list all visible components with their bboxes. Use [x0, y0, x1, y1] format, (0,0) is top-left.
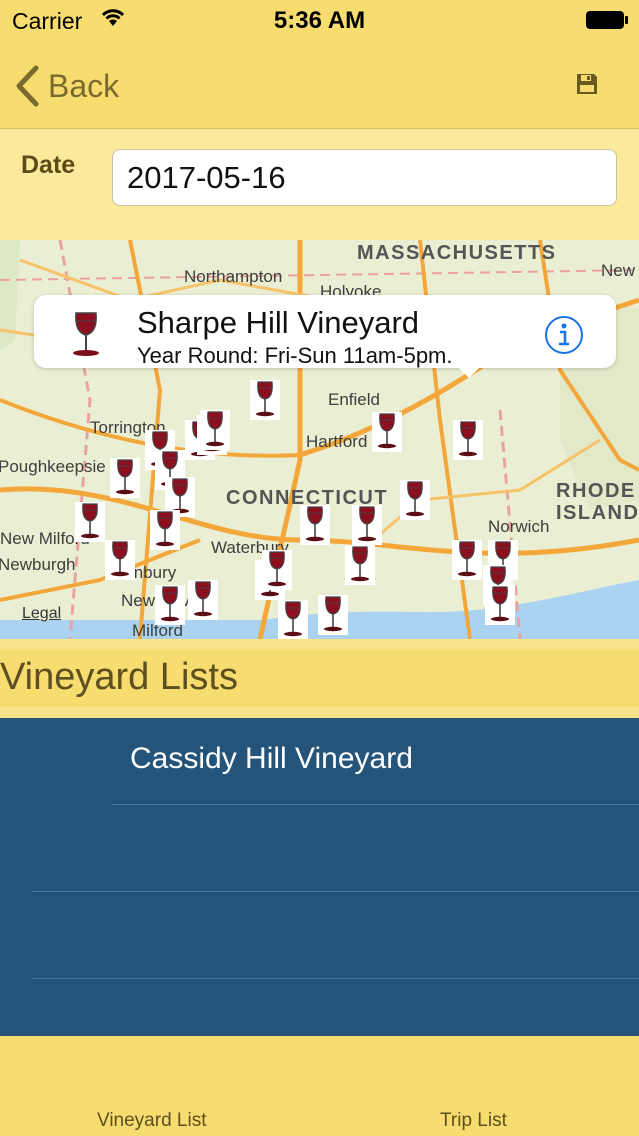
state-label-island: ISLAND — [556, 502, 639, 524]
wine-glass-icon[interactable] — [150, 510, 180, 550]
chevron-left-icon — [16, 65, 39, 107]
status-bar: Carrier 5:36 AM — [0, 0, 639, 42]
date-label: Date — [21, 151, 76, 179]
wine-glass-icon[interactable] — [200, 410, 230, 450]
callout-title: Sharpe Hill Vineyard — [137, 305, 420, 340]
map-callout[interactable]: Sharpe Hill Vineyard Year Round: Fri-Sun… — [34, 295, 616, 378]
wine-glass-icon[interactable] — [110, 458, 140, 498]
date-row: Date — [0, 129, 639, 240]
wine-glass-icon[interactable] — [105, 540, 135, 580]
map-legal-link[interactable]: Legal — [22, 605, 61, 623]
info-icon[interactable] — [544, 315, 584, 355]
tab-bar: Vineyard List Trip List — [0, 1036, 639, 1136]
date-input[interactable] — [112, 149, 617, 206]
map-label-hartford: Hartford — [306, 432, 368, 451]
map-label-poughkeepsie: Poughkeepsie — [0, 457, 106, 476]
save-icon[interactable] — [575, 72, 599, 96]
state-label-rhode: RHODE — [556, 480, 636, 502]
list-item[interactable] — [0, 892, 639, 979]
clock: 5:36 AM — [273, 7, 366, 34]
map-view[interactable]: Northampton Holyoke Enfield Torrington H… — [0, 240, 639, 639]
section-title: Vineyard Lists — [0, 656, 238, 698]
wine-glass-icon — [66, 311, 106, 361]
map-label-norwich: Norwich — [488, 517, 550, 536]
wine-glass-icon[interactable] — [188, 580, 218, 620]
callout-subtitle: Year Round: Fri-Sun 11am-5pm. — [137, 343, 453, 368]
wine-glass-icon[interactable] — [372, 412, 402, 452]
wine-glass-icon[interactable] — [400, 480, 430, 520]
battery-icon — [585, 10, 629, 30]
wine-glass-icon[interactable] — [345, 545, 375, 585]
wine-glass-icon[interactable] — [300, 505, 330, 545]
tab-vineyard-list[interactable]: Vineyard List — [97, 1110, 207, 1132]
wine-glass-icon[interactable] — [453, 420, 483, 460]
map-label-newburgh: Newburgh — [0, 555, 76, 574]
tab-trip-list[interactable]: Trip List — [440, 1110, 507, 1132]
list-item[interactable]: Cassidy Hill Vineyard — [0, 718, 639, 805]
wine-glass-icon[interactable] — [262, 550, 292, 590]
wine-glass-icon[interactable] — [278, 600, 308, 639]
map-label-enfield: Enfield — [328, 390, 380, 409]
wine-glass-icon[interactable] — [485, 585, 515, 625]
map-label-northampton: Northampton — [184, 267, 283, 286]
divider — [32, 978, 639, 979]
wine-glass-icon[interactable] — [155, 585, 185, 625]
list-item-label: Cassidy Hill Vineyard — [130, 742, 413, 775]
wine-glass-icon[interactable] — [250, 380, 280, 420]
state-label-massachusetts: MASSACHUSETTS — [357, 242, 557, 264]
back-button[interactable]: Back — [14, 64, 119, 108]
wine-glass-icon[interactable] — [75, 502, 105, 542]
wine-glass-icon[interactable] — [318, 595, 348, 635]
vineyard-list: Cassidy Hill Vineyard — [0, 718, 639, 1036]
back-label: Back — [48, 67, 120, 104]
wine-glass-icon[interactable] — [352, 505, 382, 545]
section-header: Vineyard Lists — [0, 650, 639, 707]
map-label-new: New — [601, 261, 636, 280]
list-item[interactable] — [0, 805, 639, 892]
wine-glass-icon[interactable] — [452, 540, 482, 580]
navigation-bar: Back — [0, 42, 639, 129]
